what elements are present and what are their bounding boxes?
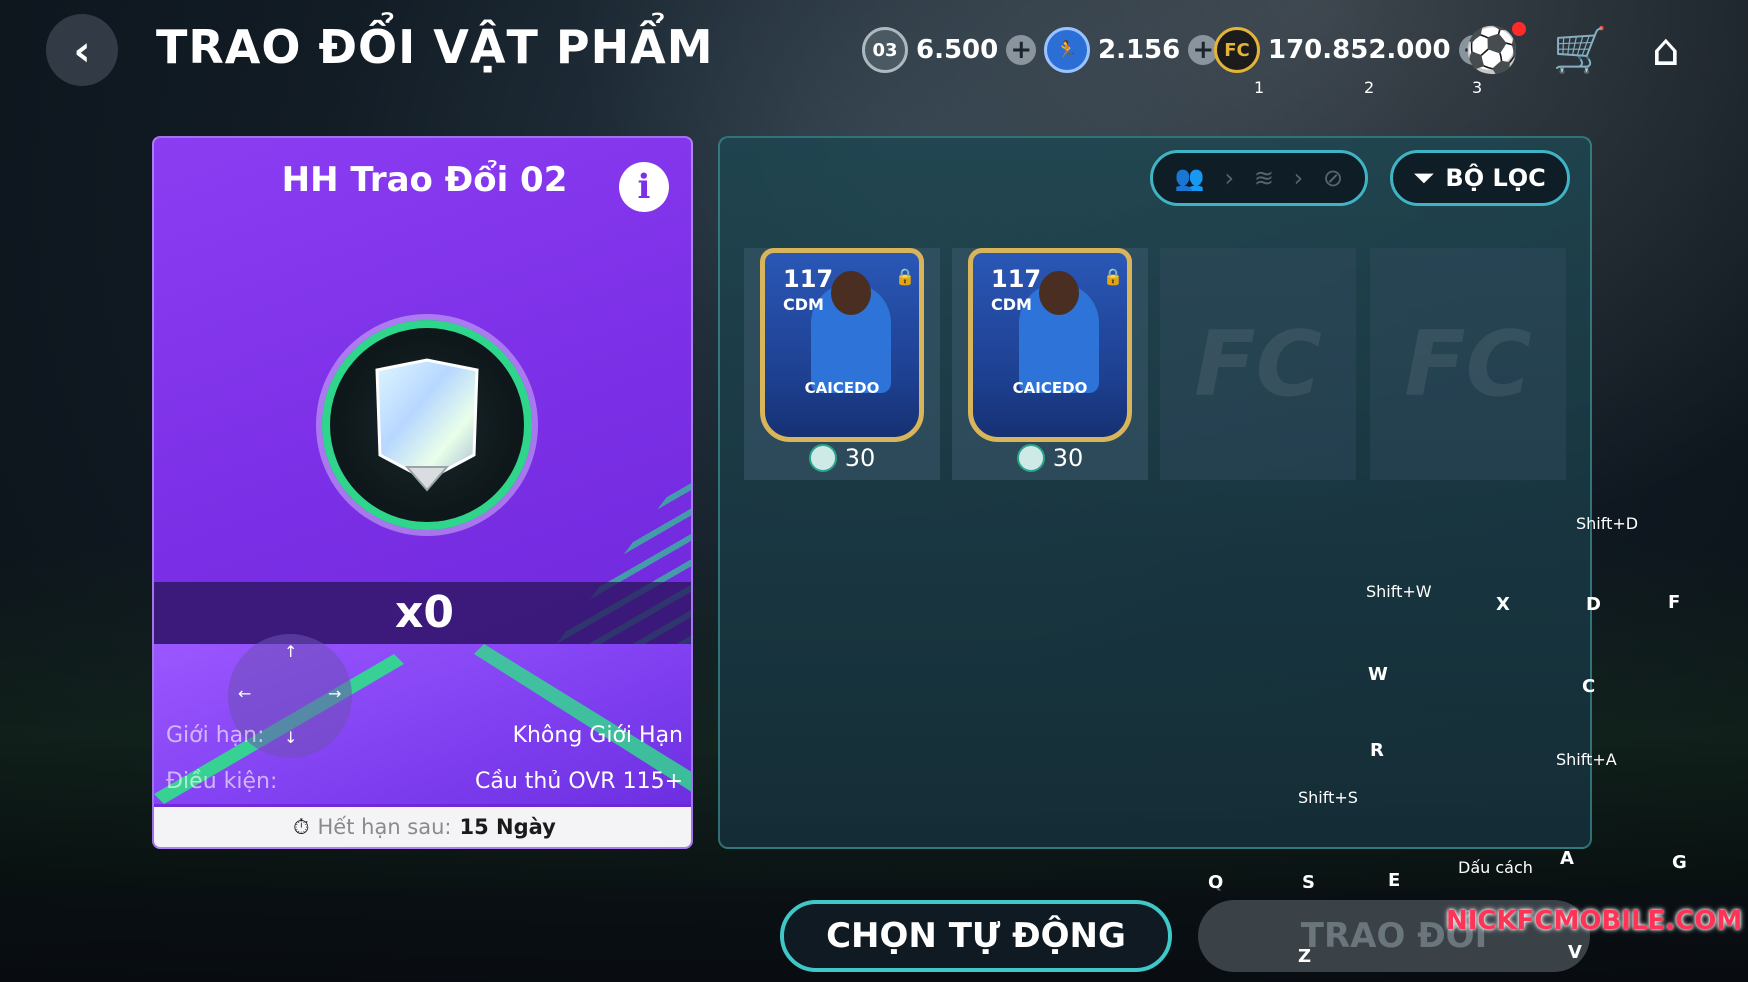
player-card: 117 CDM CAICEDO 🔒	[968, 248, 1132, 442]
back-button[interactable]: ‹	[46, 14, 118, 86]
player-slot[interactable]: 117 CDM CAICEDO 🔒 30	[744, 248, 940, 480]
home-icon[interactable]: ⌂	[1638, 22, 1694, 78]
shield-coin-icon	[1016, 444, 1045, 472]
key-hint: Shift+D	[1576, 514, 1639, 533]
cart-icon[interactable]: 🛒	[1552, 22, 1608, 78]
player-position: CDM	[991, 295, 1032, 314]
player-head	[1039, 271, 1079, 315]
expire-bar: ⏱ Hết hạn sau: 15 Ngày	[154, 807, 691, 847]
sort-toggle[interactable]: 👥 › ≋ › ⊘	[1150, 150, 1368, 206]
exchange-item-card: HH Trao Đổi 02 i x0 ↑ ↓ ← → Giới hạn: Kh…	[152, 136, 693, 849]
key-hint: R	[1370, 740, 1384, 761]
price-value: 30	[844, 444, 876, 472]
stamina-value: 2.156	[1098, 35, 1181, 65]
hotkey-label: 3	[1472, 78, 1483, 97]
condition-row: Điều kiện: Cầu thủ OVR 115+	[154, 759, 691, 803]
key-hint: Shift+W	[1366, 582, 1432, 601]
no-symbol-icon: ⊘	[1323, 164, 1344, 192]
player-head	[831, 271, 871, 315]
price-value: 30	[1052, 444, 1084, 472]
add-tokens-button[interactable]: +	[1006, 35, 1037, 65]
empty-slot: FC	[1370, 248, 1566, 480]
expire-label: Hết hạn sau:	[317, 815, 452, 839]
key-hint: G	[1672, 852, 1687, 873]
fc-coin-icon: FC	[1214, 27, 1260, 73]
team-icon: 👥	[1174, 164, 1205, 192]
key-hint: F	[1668, 592, 1681, 613]
player-selection-panel: 👥 › ≋ › ⊘ ⏷ BỘ LỌC 117 CDM CAICEDO 🔒 30 …	[718, 136, 1592, 849]
stopwatch-icon: ⏱	[293, 814, 310, 839]
expire-value: 15 Ngày	[459, 815, 556, 839]
limit-row: Giới hạn: Không Giới Hạn	[154, 713, 691, 757]
currency-stamina: 🏃 2.156 +	[1044, 26, 1219, 74]
key-hint: Dấu cách	[1458, 858, 1533, 877]
limit-value: Không Giới Hạn	[512, 722, 683, 748]
hotkey-label: 1	[1254, 78, 1265, 97]
fc-logo-icon: FC	[1404, 311, 1532, 417]
filter-label: BỘ LỌC	[1445, 164, 1546, 192]
condition-value: Cầu thủ OVR 115+	[475, 768, 683, 794]
page-title: TRAO ĐỔI VẬT PHẨM	[156, 20, 714, 74]
shield-coin-icon	[808, 444, 837, 472]
lock-icon: 🔒	[1103, 267, 1123, 286]
hotkey-label: 2	[1364, 78, 1375, 97]
key-hint: Z	[1298, 946, 1312, 967]
chevron-right-icon: ›	[1293, 164, 1304, 192]
funnel-icon: ⏷	[1414, 164, 1434, 192]
key-hint: Shift+S	[1298, 788, 1358, 807]
player-ovr: 117	[783, 265, 834, 293]
player-slot[interactable]: 117 CDM CAICEDO 🔒 30	[952, 248, 1148, 480]
chevron-left-icon: ‹	[73, 25, 91, 75]
key-hint: C	[1582, 676, 1596, 697]
info-button[interactable]: i	[619, 162, 669, 212]
coins-value: 170.852.000	[1268, 35, 1451, 65]
site-watermark: NICKFCMOBILE.COM	[1446, 906, 1743, 936]
tokens-value: 6.500	[916, 35, 999, 65]
key-hint: D	[1586, 594, 1601, 615]
key-hint: V	[1568, 942, 1582, 963]
item-title: HH Trao Đổi 02	[281, 160, 568, 200]
player-price: 30	[952, 444, 1148, 472]
key-hint: X	[1496, 594, 1510, 615]
currency-coins: FC 170.852.000 +	[1214, 26, 1489, 74]
player-name: CAICEDO	[1012, 379, 1088, 397]
player-name: CAICEDO	[804, 379, 880, 397]
key-hint: A	[1560, 848, 1574, 869]
condition-label: Điều kiện:	[166, 768, 278, 794]
player-price: 30	[744, 444, 940, 472]
player-ovr: 117	[991, 265, 1042, 293]
fc-logo-icon: FC	[1194, 311, 1322, 417]
key-hint: Shift+A	[1556, 750, 1617, 769]
limit-label: Giới hạn:	[166, 722, 265, 748]
player-run-icon: 🏃	[1044, 27, 1090, 73]
stack-icon: ≋	[1253, 164, 1274, 192]
player-position: CDM	[783, 295, 824, 314]
empty-slot: FC	[1160, 248, 1356, 480]
player-card: 117 CDM CAICEDO 🔒	[760, 248, 924, 442]
key-hint: W	[1368, 664, 1388, 685]
filter-button[interactable]: ⏷ BỘ LỌC	[1390, 150, 1570, 206]
chevron-right-icon: ›	[1224, 164, 1235, 192]
item-badge	[322, 320, 532, 530]
lock-icon: 🔒	[895, 267, 915, 286]
auto-select-button[interactable]: CHỌN TỰ ĐỘNG	[780, 900, 1172, 972]
currency-tokens: 03 6.500 +	[862, 26, 1037, 74]
token-icon: 03	[862, 27, 908, 73]
notification-dot	[1512, 22, 1526, 36]
item-count: x0	[154, 582, 691, 644]
shield-icon	[375, 358, 479, 492]
